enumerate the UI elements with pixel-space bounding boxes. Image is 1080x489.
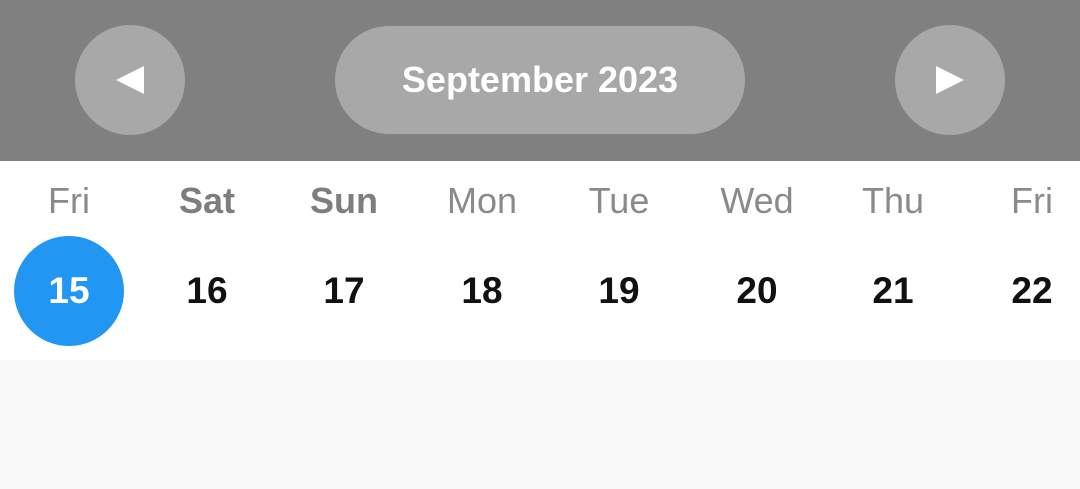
week-strip: Fri 15 Sat 16 Sun 17 Mon 18 Tue 19 Wed 2…: [0, 161, 1080, 360]
day-number: 19: [598, 270, 640, 311]
day-cell[interactable]: Thu 21: [833, 161, 953, 360]
day-name: Thu: [861, 180, 925, 221]
day-number-wrap: 17: [289, 236, 399, 346]
next-month-button[interactable]: [895, 25, 1005, 135]
triangle-left-icon: [116, 66, 144, 94]
day-number-wrap: 19: [564, 236, 674, 346]
day-name: Mon: [446, 180, 518, 221]
triangle-right-icon: [936, 66, 964, 94]
day-cell[interactable]: Sun 17: [284, 161, 404, 360]
day-number-wrap: 22: [977, 236, 1080, 346]
day-name: Fri: [1011, 180, 1053, 221]
previous-month-button[interactable]: [75, 25, 185, 135]
day-cell[interactable]: Tue 19: [559, 161, 679, 360]
day-number: 22: [1011, 270, 1053, 311]
day-number: 21: [872, 270, 914, 311]
selected-day-circle: 15: [14, 236, 124, 346]
day-number: 16: [186, 270, 228, 311]
day-cell[interactable]: Fri 22: [972, 161, 1080, 360]
day-name: Wed: [720, 180, 794, 221]
day-name: Sat: [178, 180, 236, 221]
day-name: Fri: [48, 180, 90, 221]
day-number-wrap: 20: [702, 236, 812, 346]
day-number-wrap: 18: [427, 236, 537, 346]
day-cell[interactable]: Sat 16: [147, 161, 267, 360]
month-year-button[interactable]: September 2023: [335, 26, 745, 134]
day-number-wrap: 16: [152, 236, 262, 346]
day-name: Tue: [588, 180, 650, 221]
day-number: 15: [48, 270, 90, 311]
day-number: 20: [736, 270, 778, 311]
day-cell[interactable]: Wed 20: [697, 161, 817, 360]
day-cell[interactable]: Mon 18: [422, 161, 542, 360]
day-number: 17: [323, 270, 365, 311]
day-number-wrap: 21: [838, 236, 948, 346]
calendar-header: September 2023: [0, 0, 1080, 161]
day-number: 18: [461, 270, 503, 311]
day-name: Sun: [310, 180, 378, 221]
day-cell[interactable]: Fri 15: [9, 161, 129, 360]
empty-content-area: [0, 360, 1080, 489]
